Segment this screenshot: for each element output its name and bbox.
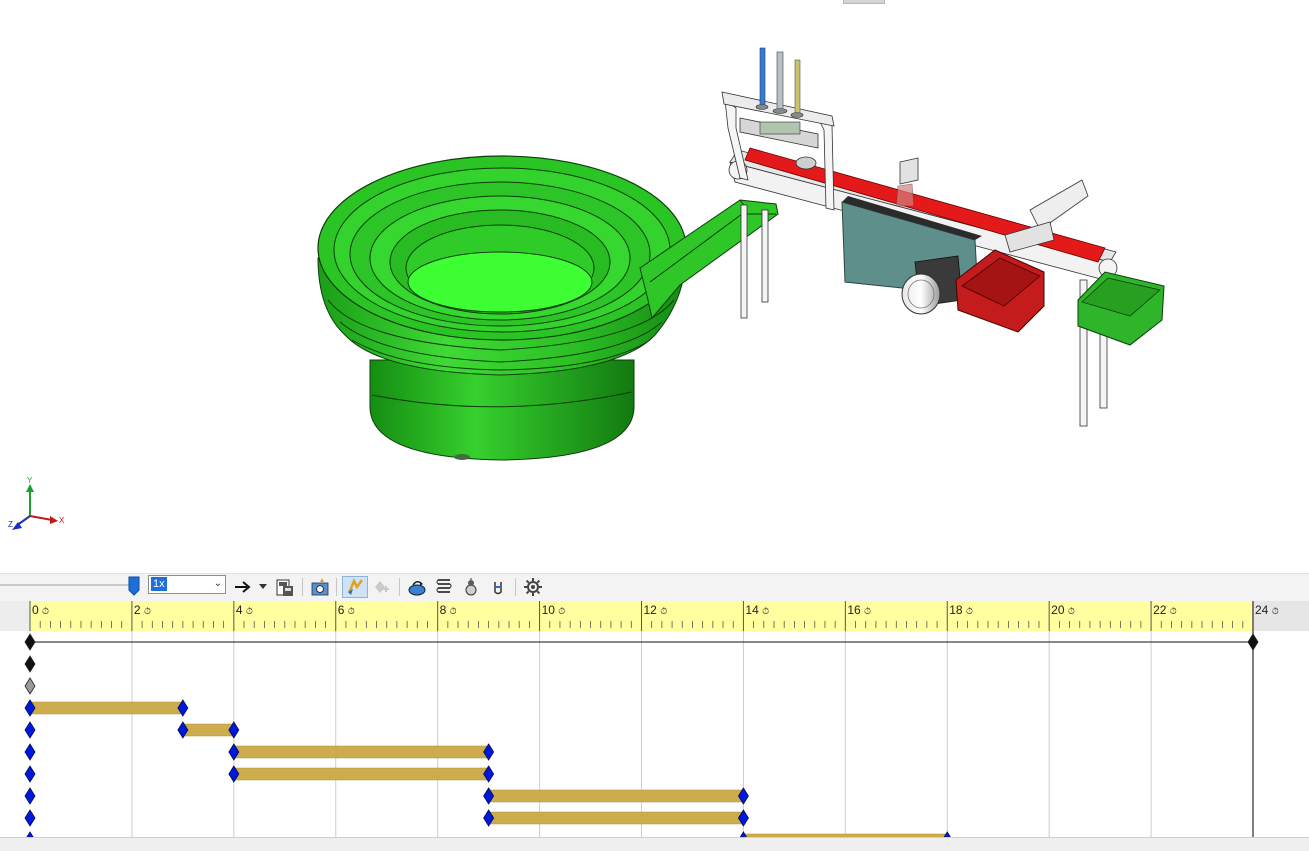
gear-icon[interactable] (522, 576, 544, 598)
clock-icon: ⏱ (143, 606, 151, 616)
bowl-feeder[interactable] (317, 155, 779, 461)
ruler-tick-label: 12 ⏱ (643, 603, 668, 617)
timeline-key[interactable] (24, 655, 36, 673)
conveyor-assembly[interactable] (721, 47, 1165, 427)
toolbar-separator (336, 578, 337, 596)
ruler-tick-label: 10 ⏱ (541, 603, 566, 617)
timeline-bar[interactable] (233, 745, 489, 759)
add-update-key-icon[interactable] (371, 576, 393, 598)
toolbar-separator (399, 578, 400, 596)
timeline-key[interactable] (24, 721, 36, 739)
motor-icon[interactable] (406, 576, 428, 598)
ruler-tick-label: 20 ⏱ (1051, 603, 1075, 617)
timeline-key[interactable] (1247, 633, 1259, 651)
chevron-down-icon[interactable]: ⌄ (214, 578, 222, 589)
play-mode-arrow-icon[interactable] (232, 576, 254, 598)
model-view (12, 47, 1165, 530)
clock-icon: ⏱ (762, 606, 770, 616)
ruler-tick-label: 14 ⏱ (745, 603, 770, 617)
ruler-tick-label: 6 ⏱ (337, 603, 355, 617)
ruler-tick-label: 0 ⏱ (32, 603, 50, 617)
graphics-area[interactable]: Y X Z (0, 0, 1309, 573)
triad-z-label: Z (8, 520, 13, 529)
timeline-bar[interactable] (182, 723, 235, 737)
animation-wizard-icon[interactable] (309, 576, 331, 598)
save-animation-icon[interactable] (274, 576, 296, 598)
timeline-bar[interactable] (488, 811, 744, 825)
autokey-icon[interactable] (342, 576, 368, 598)
timeline-key[interactable] (24, 677, 36, 695)
timeline-key[interactable] (24, 633, 36, 651)
ruler-tick-label: 18 ⏱ (949, 603, 973, 617)
timeline-grid (24, 601, 1259, 837)
clock-icon: ⏱ (245, 606, 253, 616)
play-mode-dropdown-icon[interactable] (256, 576, 270, 598)
status-bar (0, 837, 1309, 851)
gravity-icon[interactable] (487, 576, 509, 598)
clock-icon: ⏱ (965, 606, 973, 616)
toolbar-separator (302, 578, 303, 596)
clock-icon: ⏱ (449, 606, 457, 616)
contact-icon[interactable] (460, 576, 482, 598)
clock-icon: ⏱ (864, 606, 872, 616)
timeline-key[interactable] (24, 743, 36, 761)
playback-speed-select[interactable]: 1x ⌄ (148, 575, 226, 594)
timeline-bar[interactable] (233, 767, 489, 781)
spring-icon[interactable] (433, 576, 455, 598)
playback-speed-value: 1x (151, 577, 167, 591)
ruler-tick-label: 8 ⏱ (439, 603, 457, 617)
ruler-tick-label: 24 ⏱ (1255, 603, 1279, 617)
clock-icon: ⏱ (660, 606, 668, 616)
ruler-tick-label: 2 ⏱ (133, 603, 151, 617)
clock-icon: ⏱ (1169, 606, 1177, 616)
viewport-tab[interactable] (843, 0, 885, 4)
ruler-tick-label: 16 ⏱ (847, 603, 872, 617)
playback-slider-track[interactable] (0, 584, 132, 586)
ruler-tick-label: 4 ⏱ (235, 603, 253, 617)
toolbar-separator (515, 578, 516, 596)
ruler-tick-label: 22 ⏱ (1153, 603, 1177, 617)
timeline-bar[interactable] (488, 789, 744, 803)
timeline-key[interactable] (24, 765, 36, 783)
timeline-key[interactable] (24, 809, 36, 827)
clock-icon: ⏱ (347, 606, 355, 616)
clock-icon: ⏱ (1271, 606, 1279, 616)
timeline-bar[interactable] (29, 701, 184, 715)
clock-icon: ⏱ (42, 606, 50, 616)
triad-y-label: Y (27, 476, 33, 485)
clock-icon: ⏱ (558, 606, 566, 616)
playback-slider-thumb[interactable] (128, 576, 140, 601)
motion-timeline[interactable]: 0 ⏱ 2 ⏱ 4 ⏱ 6 ⏱ 8 ⏱ 10 ⏱ 12 ⏱ 14 ⏱ 16 ⏱ 18 ⏱ 20 ⏱ 2… (0, 601, 1309, 837)
clock-icon: ⏱ (1067, 606, 1075, 616)
timeline-key[interactable] (24, 787, 36, 805)
reference-triad (12, 484, 58, 530)
triad-x-label: X (59, 516, 65, 525)
